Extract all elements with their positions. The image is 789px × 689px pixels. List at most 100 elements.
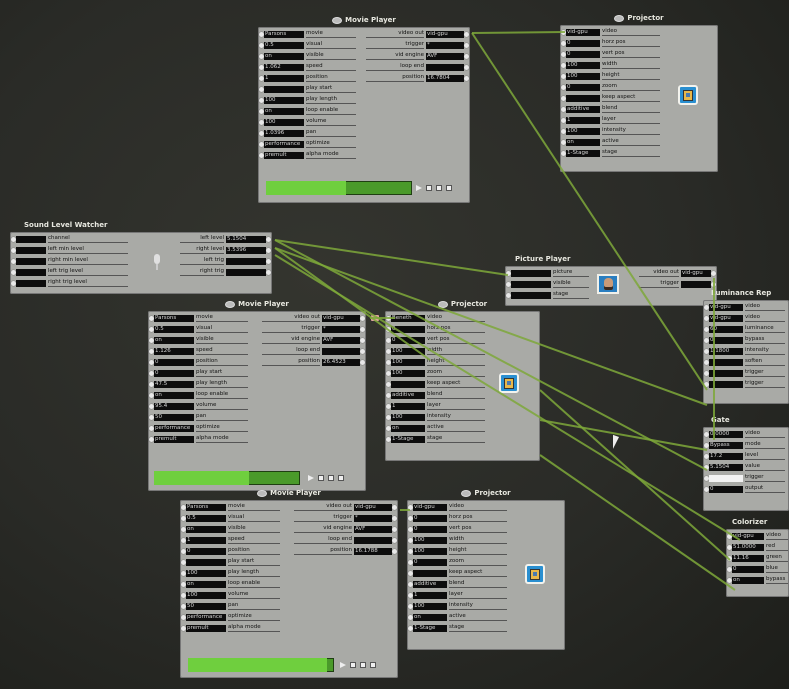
input-port-row[interactable]: 50 pan: [181, 602, 280, 610]
port-value[interactable]: vid-gpu: [732, 532, 764, 540]
port-value[interactable]: 0: [391, 325, 425, 333]
input-port-row[interactable]: 100 height: [408, 547, 507, 555]
port-value[interactable]: [391, 380, 425, 388]
output-port-row[interactable]: right trig: [180, 268, 271, 276]
stop-icon[interactable]: [426, 185, 432, 191]
input-port-row[interactable]: 0 blue: [727, 565, 788, 573]
input-port-row[interactable]: 100 intensity: [561, 127, 660, 135]
input-port-row[interactable]: 0.5 visual: [259, 41, 356, 49]
port-value[interactable]: [16, 268, 46, 276]
input-port-row[interactable]: 1.1800 intensity: [704, 347, 785, 355]
output-port-dot[interactable]: [711, 281, 716, 287]
output-port-row[interactable]: trigger *: [294, 514, 397, 522]
input-port-row[interactable]: 1 speed: [181, 536, 280, 544]
port-value[interactable]: Parsons: [186, 503, 226, 511]
output-port-dot[interactable]: [266, 269, 271, 275]
input-port-row[interactable]: additive blend: [561, 105, 660, 113]
input-port-row[interactable]: 47.5 play length: [149, 380, 248, 388]
output-port-dot[interactable]: [360, 359, 365, 365]
port-value[interactable]: 47.5: [154, 380, 194, 388]
input-port-row[interactable]: 1-Stage stage: [408, 624, 507, 632]
port-value[interactable]: 1-Stage: [566, 149, 600, 157]
input-port-row[interactable]: visible: [506, 280, 589, 288]
port-value[interactable]: on: [264, 52, 304, 60]
port-value[interactable]: 100: [264, 96, 304, 104]
luminance-actor[interactable]: Luminance Rep vid-gpu video vid-gpu video …: [703, 289, 789, 404]
port-value[interactable]: [186, 558, 226, 566]
input-port-row[interactable]: keep aspect: [561, 94, 660, 102]
loop-icon[interactable]: [446, 185, 452, 191]
port-value[interactable]: [566, 94, 600, 102]
input-port-row[interactable]: Beneth video: [386, 314, 485, 322]
input-port-row[interactable]: on visible: [259, 52, 356, 60]
port-value[interactable]: 1: [566, 116, 600, 124]
output-port-row[interactable]: left level 5.1504: [180, 235, 271, 243]
port-value[interactable]: 1.062: [264, 63, 304, 71]
input-port-row[interactable]: trigger: [704, 474, 785, 482]
output-port-row[interactable]: trigger *: [262, 325, 365, 333]
input-port-row[interactable]: 1 layer: [386, 402, 485, 410]
input-port-row[interactable]: 1 layer: [561, 116, 660, 124]
output-port-row[interactable]: vid engine AVF: [262, 336, 365, 344]
input-port-row[interactable]: picture: [506, 269, 589, 277]
stop-icon[interactable]: [318, 475, 324, 481]
port-value[interactable]: 0: [186, 547, 226, 555]
input-port-row[interactable]: Parsons movie: [181, 503, 280, 511]
input-port-row[interactable]: keep aspect: [408, 569, 507, 577]
input-port-row[interactable]: 0.0000 video: [704, 430, 785, 438]
input-port-row[interactable]: 100 volume: [259, 118, 356, 126]
port-value[interactable]: on: [154, 336, 194, 344]
input-port-row[interactable]: left min level: [11, 246, 128, 254]
input-port-row[interactable]: 100 intensity: [386, 413, 485, 421]
input-port-row[interactable]: 100 volume: [181, 591, 280, 599]
input-port-row[interactable]: vid-gpu video: [561, 28, 660, 36]
output-port-row[interactable]: right level 3.5396: [180, 246, 271, 254]
output-port-row[interactable]: position 16.7804: [366, 74, 469, 82]
movie-scrub-bar[interactable]: [154, 471, 300, 485]
port-value[interactable]: vid-gpu: [566, 28, 600, 36]
input-port-row[interactable]: premult alpha mode: [181, 624, 280, 632]
input-port-row[interactable]: on loop enable: [149, 391, 248, 399]
output-port-row[interactable]: video out vid-gpu: [639, 269, 716, 277]
output-port-row[interactable]: loop end: [294, 536, 397, 544]
output-port-dot[interactable]: [464, 53, 469, 59]
gate-actor[interactable]: Gate 0.0000 video Bypass mode 17.2 level 5.…: [703, 416, 789, 511]
play-icon[interactable]: [340, 662, 346, 668]
input-port-row[interactable]: left trig level: [11, 268, 128, 276]
port-value[interactable]: 0.0000: [709, 430, 743, 438]
input-port-row[interactable]: 100 width: [386, 347, 485, 355]
input-port-row[interactable]: 0 zoom: [408, 558, 507, 566]
output-port-dot[interactable]: [360, 337, 365, 343]
output-port-dot[interactable]: [266, 236, 271, 242]
input-port-row[interactable]: premult alpha mode: [149, 435, 248, 443]
port-value[interactable]: [511, 269, 551, 277]
port-value[interactable]: 0.5: [264, 41, 304, 49]
movie-player-2[interactable]: Movie Player Parsons movie 0.5 visual on vi…: [148, 300, 366, 491]
port-value[interactable]: 100: [413, 547, 447, 555]
port-value[interactable]: 60: [709, 325, 743, 333]
input-port-row[interactable]: 100 intensity: [408, 602, 507, 610]
input-port-row[interactable]: 5.1504 value: [704, 463, 785, 471]
port-value[interactable]: on: [566, 138, 600, 146]
port-value[interactable]: 100: [566, 127, 600, 135]
port-value[interactable]: 0: [413, 558, 447, 566]
loop-icon[interactable]: [338, 475, 344, 481]
port-value[interactable]: 100: [391, 358, 425, 366]
input-port-row[interactable]: 1.126 speed: [149, 347, 248, 355]
input-port-row[interactable]: 0 position: [149, 358, 248, 366]
input-port-row[interactable]: 0 horz pos: [386, 325, 485, 333]
input-port-row[interactable]: right trig level: [11, 279, 128, 287]
colorizer-actor[interactable]: Colorizer vid-gpu video 51.0000 red 11.16 g…: [726, 518, 789, 597]
input-port-row[interactable]: 50 pan: [149, 413, 248, 421]
port-value[interactable]: 17.2: [709, 452, 743, 460]
output-port-row[interactable]: left trig: [180, 257, 271, 265]
input-port-row[interactable]: 1 position: [259, 74, 356, 82]
port-value[interactable]: performance: [154, 424, 194, 432]
port-value[interactable]: vid-gpu: [709, 303, 743, 311]
input-port-row[interactable]: 100 play length: [259, 96, 356, 104]
port-value[interactable]: 100: [391, 369, 425, 377]
port-value[interactable]: 0: [566, 39, 600, 47]
pause-icon[interactable]: [328, 475, 334, 481]
input-port-row[interactable]: 0 vert pos: [386, 336, 485, 344]
input-port-row[interactable]: 1 layer: [408, 591, 507, 599]
